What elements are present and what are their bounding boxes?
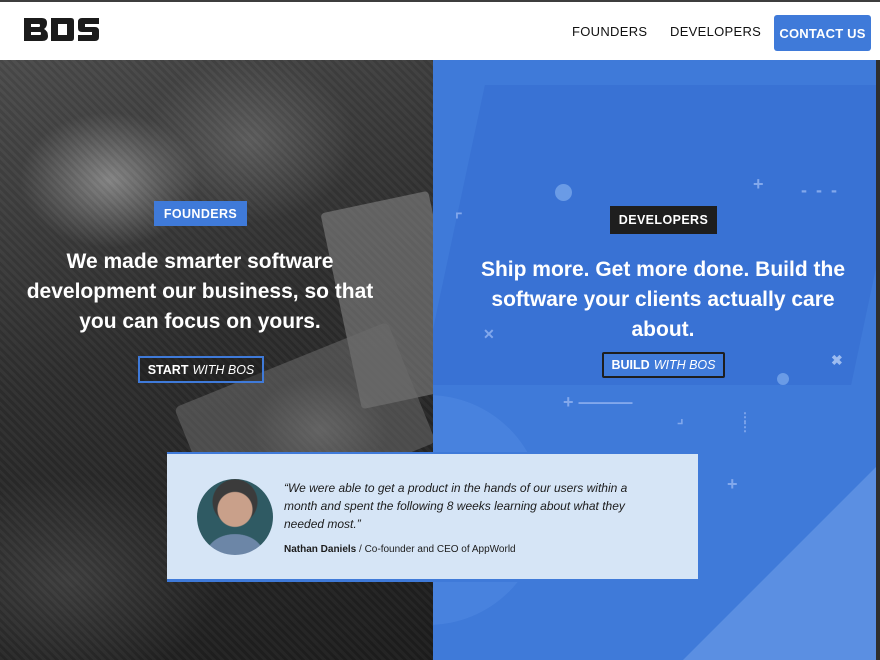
- corner-decor-icon: ⌜: [455, 212, 463, 229]
- bos-logo[interactable]: [22, 16, 100, 48]
- plus-decor-icon: +: [727, 474, 738, 494]
- start-button-suffix: WITH BOS: [192, 362, 255, 377]
- top-nav: FOUNDERS DEVELOPERS CONTACT US: [0, 0, 880, 60]
- build-button-label: BUILD: [611, 358, 650, 372]
- cross-decor-icon: ✖: [831, 352, 843, 368]
- background-triangle: [673, 430, 880, 660]
- plus-decor-icon: + ———: [563, 392, 633, 412]
- dots-decor-icon: ⋮ ⋮: [739, 410, 751, 434]
- plus-decor-icon: +: [753, 174, 764, 194]
- start-with-bos-button[interactable]: START WITH BOS: [138, 356, 264, 383]
- founders-headline: We made smarter software development our…: [26, 250, 374, 333]
- avatar: [197, 479, 273, 555]
- dash-decor-icon: - - -: [801, 180, 839, 200]
- start-button-label: START: [147, 362, 189, 377]
- nav-link-developers[interactable]: DEVELOPERS: [670, 24, 761, 39]
- build-button-suffix: WITH BOS: [653, 358, 716, 372]
- testimonial-card: “We were able to get a product in the ha…: [167, 452, 698, 582]
- testimonial-quote: “We were able to get a product in the ha…: [284, 481, 628, 531]
- nav-link-founders[interactable]: FOUNDERS: [572, 24, 647, 39]
- author-role: / Co-founder and CEO of AppWorld: [356, 544, 516, 555]
- decor-dot: [555, 184, 572, 201]
- developers-badge: DEVELOPERS: [610, 206, 717, 234]
- author-name: Nathan Daniels: [284, 544, 357, 555]
- contact-us-button[interactable]: CONTACT US: [774, 15, 871, 51]
- build-with-bos-button[interactable]: BUILD WITH BOS: [602, 352, 725, 378]
- corner-decor-icon: ⌟: [677, 410, 684, 426]
- window-edge: [876, 60, 880, 660]
- testimonial-author: Nathan Daniels / Co-founder and CEO of A…: [284, 544, 516, 555]
- founders-badge: FOUNDERS: [154, 201, 247, 226]
- bos-logo-mark: [24, 18, 99, 41]
- decor-dot: [777, 373, 789, 385]
- developers-headline: Ship more. Get more done. Build the soft…: [480, 258, 846, 341]
